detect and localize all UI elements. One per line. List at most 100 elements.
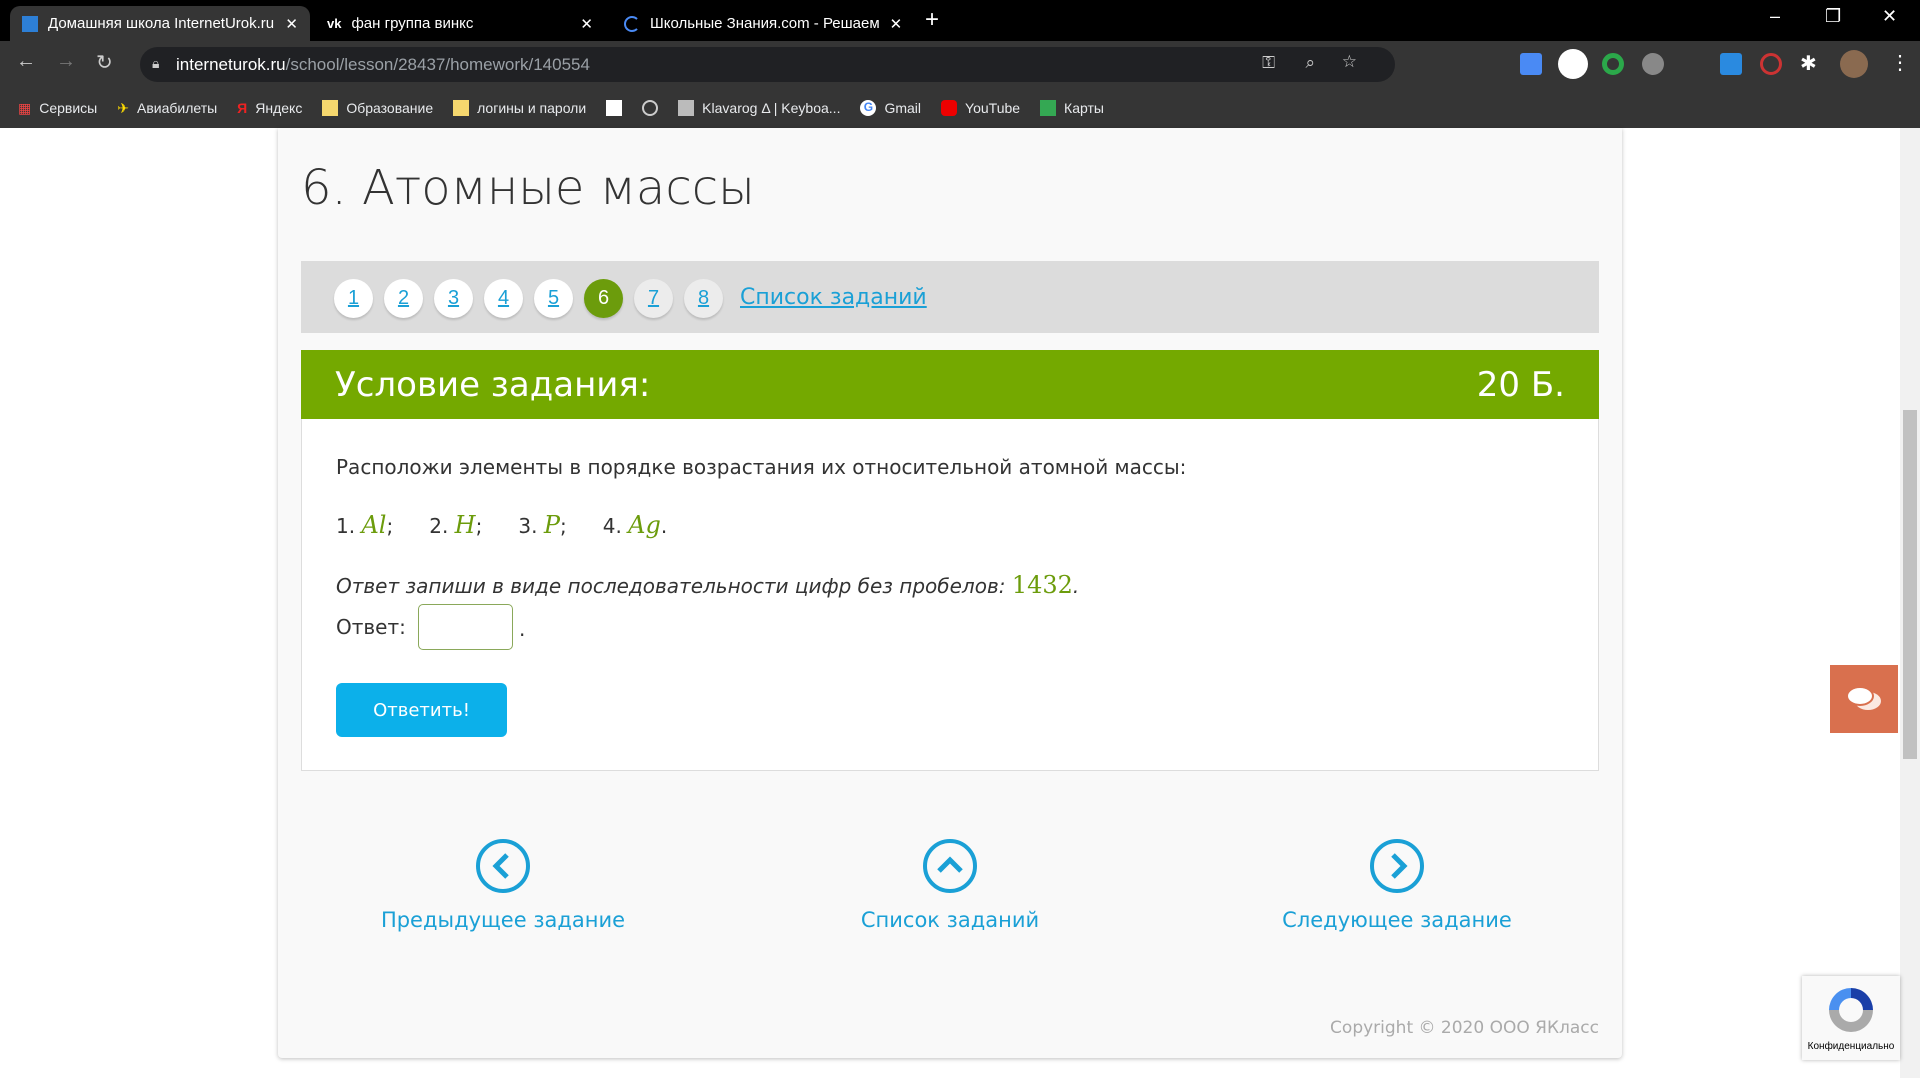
pager-item-7[interactable]: 7 — [634, 279, 673, 318]
folder-icon — [453, 100, 470, 116]
task-list-nav-link[interactable]: Список заданий — [800, 838, 1100, 932]
next-task-link[interactable]: Следующее задание — [1247, 838, 1547, 932]
task-points: 20 Б. — [1476, 364, 1565, 405]
pager-item-1[interactable]: 1 — [334, 279, 373, 318]
apps-grid-icon: ▦ — [18, 99, 32, 116]
recaptcha-icon — [1829, 988, 1873, 1032]
translate-extension-icon[interactable] — [1520, 53, 1542, 75]
key-icon[interactable]: ⚿ — [1262, 53, 1275, 73]
task-pager: 1 2 3 4 5 6 7 8 Список заданий — [301, 261, 1599, 333]
pager-item-3[interactable]: 3 — [434, 279, 473, 318]
pager-item-2[interactable]: 2 — [384, 279, 423, 318]
tab-title: Школьные Знания.com - Решаем — [650, 15, 880, 32]
loading-icon — [624, 15, 640, 32]
lock-icon: 🔒︎ — [152, 55, 160, 71]
element-item: 4. Ag. — [602, 511, 668, 539]
avatar[interactable] — [1840, 50, 1868, 78]
element-item: 3. P; — [518, 511, 567, 539]
pager-item-6[interactable]: 6 — [584, 279, 623, 318]
answer-input[interactable] — [418, 604, 513, 650]
tab-znanija[interactable]: Школьные Знания.com - Решаем ✕ — [612, 6, 902, 41]
copyright: Copyright © 2020 ООО ЯКласс — [1330, 1018, 1599, 1038]
task-body: Расположи элементы в порядке возрастания… — [301, 419, 1599, 771]
chat-button[interactable] — [1830, 665, 1898, 733]
back-icon[interactable]: ← — [16, 50, 36, 73]
task-list-label: Список заданий — [860, 908, 1040, 932]
bookmark-aviabilety[interactable]: ✈ Авиабилеты — [117, 100, 217, 117]
tab-bar: Домашняя школа InternetUrok.ru ✕ vk фан гр… — [0, 0, 1920, 41]
bookmark-education[interactable]: Образование — [322, 100, 433, 116]
pager-item-8[interactable]: 8 — [684, 279, 723, 318]
google-icon: G — [860, 100, 877, 116]
scrollbar-thumb[interactable] — [1903, 410, 1917, 759]
ninja-extension-icon[interactable] — [1642, 53, 1664, 75]
pager-item-5[interactable]: 5 — [534, 279, 573, 318]
next-task-label: Следующее задание — [1282, 908, 1512, 932]
bookmark-label: Яндекс — [255, 100, 303, 116]
task-list-link[interactable]: Список заданий — [740, 285, 927, 310]
restore-icon[interactable]: ❐ — [1825, 6, 1841, 27]
bookmark-label: Gmail — [884, 100, 922, 116]
yandex-icon: Я — [237, 100, 248, 116]
task-header: Условие задания: 20 Б. — [301, 350, 1599, 419]
youtube-icon — [941, 100, 958, 116]
tab-interneturok[interactable]: Домашняя школа InternetUrok.ru ✕ — [10, 6, 310, 41]
bookmark-youtube[interactable]: YouTube — [941, 100, 1020, 116]
task-header-title: Условие задания: — [335, 364, 651, 405]
menu-icon[interactable]: ⋮ — [1890, 50, 1910, 75]
page-title: 6. Атомные массы — [301, 160, 755, 216]
recaptcha-privacy[interactable]: Конфиденциально — [1802, 1041, 1900, 1052]
bookmark-maps[interactable]: Карты — [1040, 100, 1104, 116]
tab-vk[interactable]: vk фан группа винкс ✕ — [315, 6, 605, 41]
minimize-icon[interactable]: – — [1770, 6, 1780, 27]
answer-instruction: Ответ запиши в виде последовательности ц… — [336, 571, 1080, 599]
bookmark-label: логины и пароли — [477, 100, 587, 116]
bookmark-logins[interactable]: логины и пароли — [453, 100, 586, 116]
reload-icon[interactable]: ↻ — [96, 50, 113, 75]
bookmark-services[interactable]: ▦ Сервисы — [18, 100, 97, 117]
vk-color-extension-icon[interactable] — [1760, 53, 1782, 75]
submit-button[interactable]: Ответить! — [336, 683, 507, 737]
pager-item-4[interactable]: 4 — [484, 279, 523, 318]
prev-task-label: Предыдущее задание — [380, 908, 626, 932]
forward-icon[interactable]: → — [56, 50, 76, 73]
bookmark-label: Авиабилеты — [136, 100, 218, 116]
chevron-left-icon — [476, 839, 530, 893]
bookmark-label: Klavarog Δ | Keyboa... — [702, 100, 841, 116]
bookmark-gmail[interactable]: G Gmail — [860, 100, 921, 116]
green-extension-icon[interactable] — [1602, 53, 1624, 75]
chevron-up-icon — [923, 839, 977, 893]
plane-icon: ✈ — [117, 99, 129, 116]
extensions-puzzle-icon[interactable]: ✱ — [1800, 51, 1817, 76]
recaptcha-badge[interactable]: Конфиденциально — [1802, 976, 1900, 1060]
close-tab-icon[interactable]: ✕ — [890, 15, 902, 33]
address-bar[interactable]: 🔒︎ interneturok.ru/school/lesson/28437/h… — [140, 47, 1395, 82]
vk-favicon-icon: vk — [327, 16, 342, 31]
close-tab-icon[interactable]: ✕ — [580, 15, 593, 33]
close-tab-icon[interactable]: ✕ — [285, 15, 298, 33]
extension-icon[interactable] — [1558, 49, 1588, 79]
bookmark-label: Образование — [346, 100, 434, 116]
url-path: /school/lesson/28437/homework/140554 — [285, 54, 590, 74]
maps-icon — [1040, 100, 1057, 116]
bookmark-label: YouTube — [965, 100, 1021, 116]
chat-bubbles-icon — [1846, 686, 1881, 710]
bookmark-klavarog[interactable]: Klavarog Δ | Keyboa... — [678, 100, 840, 116]
folder-icon — [322, 100, 339, 116]
bookmark-label: Сервисы — [39, 100, 98, 116]
tab-title: фан группа винкс — [351, 15, 474, 32]
vk-extension-icon[interactable] — [1720, 53, 1742, 75]
element-item: 2. H; — [429, 511, 483, 539]
emblem-icon[interactable] — [642, 100, 659, 116]
tab-title: Домашняя школа InternetUrok.ru — [48, 15, 275, 32]
bookmark-yandex[interactable]: Я Яндекс — [237, 100, 302, 116]
close-window-icon[interactable]: ✕ — [1882, 6, 1897, 27]
star-icon[interactable]: ☆ — [1342, 52, 1357, 72]
answer-example: 1432 — [1011, 571, 1073, 599]
new-tab-icon[interactable]: + — [925, 6, 939, 34]
prev-task-link[interactable]: Предыдущее задание — [353, 838, 653, 932]
zoom-icon[interactable]: ⌕ — [1305, 53, 1315, 73]
klavarog-icon — [678, 100, 695, 116]
egov-icon[interactable] — [606, 100, 623, 116]
element-list: 1. Al; 2. H; 3. P; 4. Ag. — [336, 511, 667, 539]
